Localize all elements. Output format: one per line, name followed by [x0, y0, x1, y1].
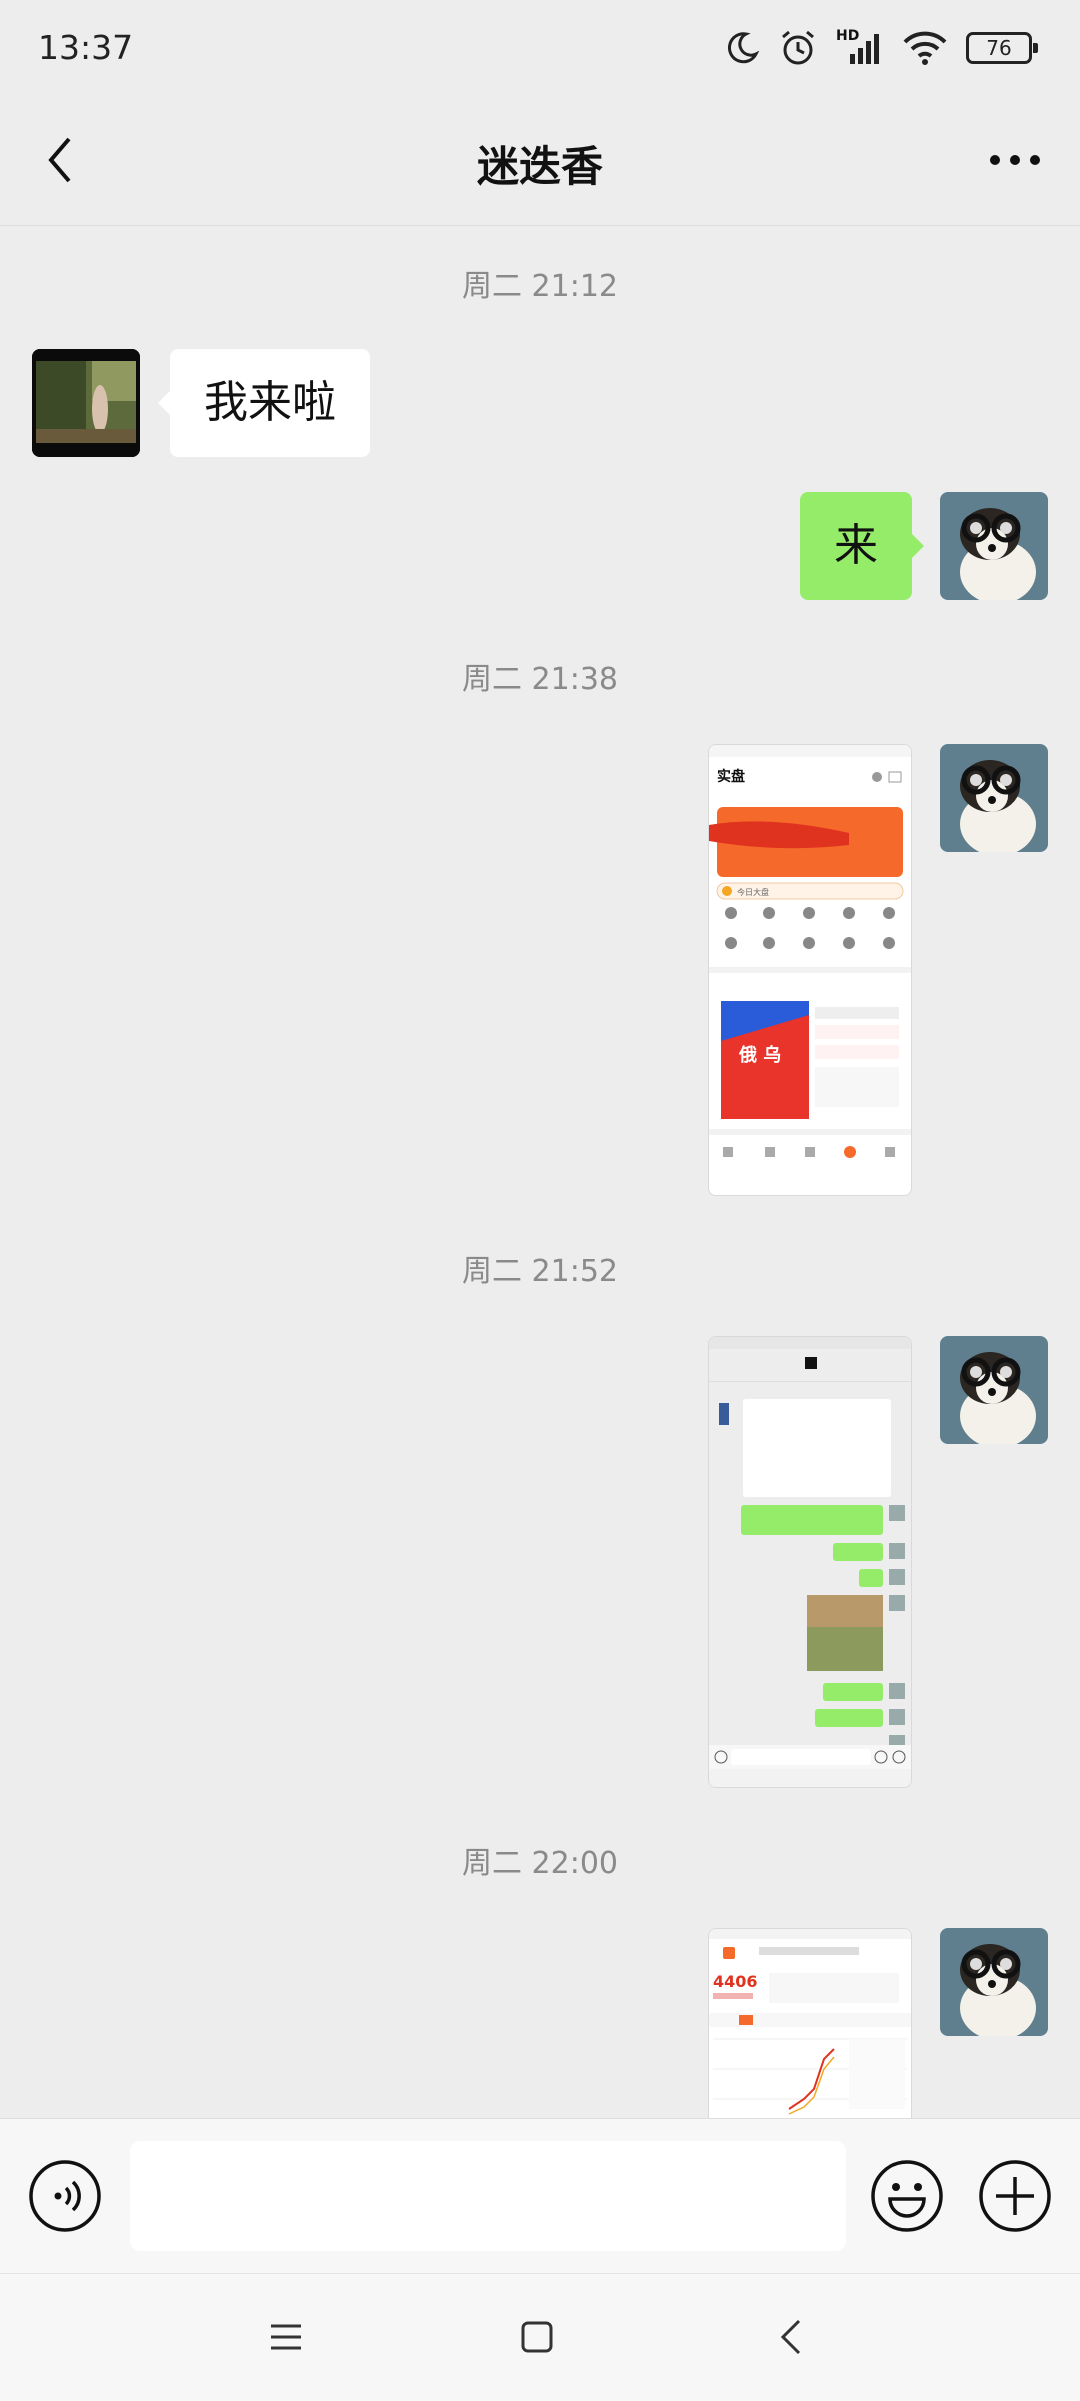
my-avatar[interactable]: [940, 1928, 1048, 2036]
message-bubble-outgoing[interactable]: 来: [800, 492, 924, 600]
message-bubble-incoming[interactable]: 我来啦: [158, 349, 370, 457]
status-time: 13:37: [38, 28, 134, 67]
back-triangle-icon: [780, 2319, 801, 2355]
battery-icon: 76: [966, 32, 1038, 64]
chat-messages[interactable]: 周二 21:12 我来啦 来 周二 21:38 实盘 今日大盘 俄 乌 周二 2…: [0, 226, 1080, 2118]
my-avatar[interactable]: [940, 744, 1048, 852]
input-bar: [0, 2118, 1080, 2274]
my-avatar[interactable]: [940, 492, 1048, 600]
plus-icon: [979, 2160, 1051, 2232]
emoji-button[interactable]: [870, 2159, 944, 2233]
status-icons: HD 76: [724, 26, 1038, 70]
image-message-chat-screenshot[interactable]: [708, 1336, 912, 1788]
contact-avatar[interactable]: [32, 349, 140, 457]
timestamp: 周二 21:52: [462, 1254, 618, 1289]
thumb-app-title: 实盘: [717, 768, 745, 785]
home-square-icon: [521, 2321, 553, 2353]
my-avatar[interactable]: [940, 1336, 1048, 1444]
status-bar: 13:37 HD 76: [0, 0, 1080, 95]
voice-icon: [29, 2160, 101, 2232]
chat-header: 迷迭香: [0, 95, 1080, 226]
battery-level: 76: [986, 36, 1012, 60]
nav-home-button[interactable]: [512, 2312, 562, 2362]
thumb-stock-price: 4406: [713, 1972, 758, 1991]
wifi-icon: [903, 31, 947, 65]
more-dots-icon: [990, 155, 1040, 165]
more-button[interactable]: [980, 135, 1050, 185]
signal-icon: HD: [836, 28, 884, 68]
more-functions-button[interactable]: [978, 2159, 1052, 2233]
timestamp: 周二 21:38: [462, 662, 618, 697]
chat-title: 迷迭香: [476, 142, 603, 191]
message-input[interactable]: [130, 2141, 846, 2251]
timestamp: 周二 21:12: [462, 269, 618, 304]
thumb-card-text: 今日大盘: [737, 887, 769, 897]
voice-button[interactable]: [28, 2159, 102, 2233]
emoji-icon: [871, 2160, 943, 2232]
image-message-stock-screenshot[interactable]: 4406: [708, 1928, 912, 2118]
alarm-icon: [782, 30, 814, 65]
menu-icon: [271, 2324, 301, 2350]
timestamp: 周二 22:00: [462, 1846, 618, 1881]
nav-back-button[interactable]: [766, 2312, 816, 2362]
svg-text:俄 乌: 俄 乌: [738, 1044, 781, 1066]
moon-icon: [727, 32, 760, 64]
nav-menu-button[interactable]: [261, 2312, 311, 2362]
image-message-app-screenshot[interactable]: 实盘 今日大盘 俄 乌: [708, 744, 912, 1196]
system-nav-bar: [0, 2273, 1080, 2401]
